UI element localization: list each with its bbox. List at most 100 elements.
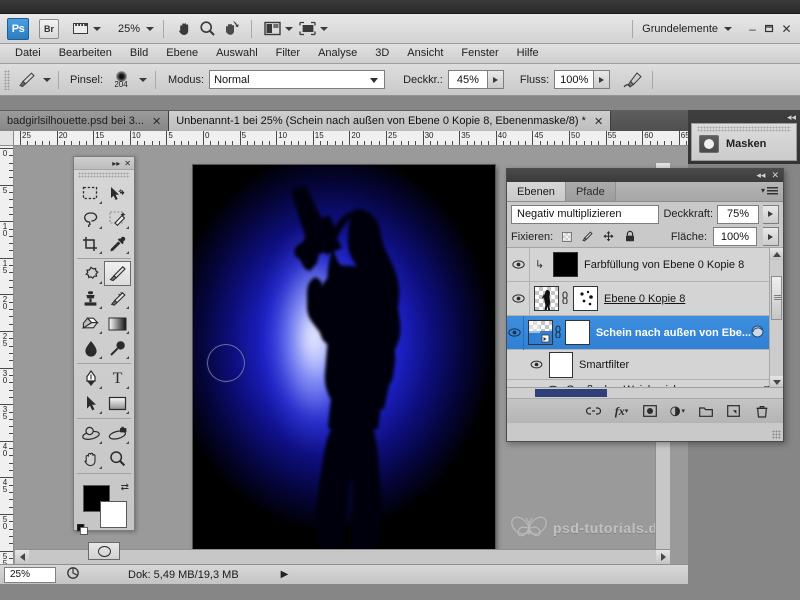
preview-icon[interactable] <box>66 566 80 583</box>
scroll-right-button[interactable] <box>656 550 670 564</box>
eyedropper-tool[interactable] <box>104 231 131 256</box>
collapse-icon[interactable]: ▸▸ <box>112 159 120 168</box>
close-icon[interactable]: ✕ <box>771 170 779 181</box>
link-layers-icon[interactable] <box>586 404 601 419</box>
type-tool[interactable]: T <box>104 366 131 391</box>
layers-list-horizontal-scrollbar[interactable] <box>507 388 783 399</box>
chevron-down-icon[interactable] <box>93 26 101 31</box>
lasso-tool[interactable] <box>77 206 104 231</box>
smartfilter-label[interactable]: Smartfilter <box>579 359 629 371</box>
scrollbar-thumb[interactable] <box>535 389 607 397</box>
move-tool[interactable] <box>104 181 131 206</box>
zoom-chevron-down-icon[interactable] <box>146 26 155 31</box>
minimize-button[interactable]: – <box>744 21 761 36</box>
panel-resize-grip[interactable] <box>772 430 781 439</box>
path-selection-tool[interactable] <box>77 391 104 416</box>
options-bar-gripper[interactable] <box>4 69 10 90</box>
adjustment-layer-icon[interactable]: ▾ <box>670 404 685 419</box>
mask-icon[interactable] <box>699 135 719 153</box>
zoom-icon[interactable] <box>196 18 219 40</box>
hand-icon[interactable] <box>173 18 196 40</box>
scroll-left-button[interactable] <box>15 550 29 564</box>
layer-visibility-toggle[interactable] <box>507 248 530 282</box>
quickmask-icon[interactable] <box>88 542 120 560</box>
menu-item-analyse[interactable]: Analyse <box>309 44 366 63</box>
crop-tool[interactable] <box>77 231 104 256</box>
workspace-selector[interactable]: Grundelemente <box>642 23 718 35</box>
lock-position-icon[interactable] <box>601 229 616 244</box>
menu-item-3d[interactable]: 3D <box>366 44 398 63</box>
masken-panel[interactable]: Masken <box>691 123 797 161</box>
layer-opacity-slider-button[interactable] <box>763 204 779 224</box>
brush-tool[interactable] <box>104 261 131 286</box>
camera-3d-tool[interactable] <box>104 421 131 446</box>
zoom-input[interactable]: 25% <box>4 566 56 583</box>
swap-colors-icon[interactable]: ⇄ <box>121 482 129 493</box>
scrollbar-thumb[interactable] <box>771 276 782 320</box>
layers-list[interactable]: ↳ Farbfüllung von Ebene 0 Kopie 8 Ebene … <box>507 248 783 388</box>
smartfilter-visibility-toggle[interactable] <box>530 360 543 369</box>
tool-preset-chevron-icon[interactable] <box>43 77 51 82</box>
filter-row[interactable]: Gaußscher Weichzeichner <box>507 380 783 387</box>
layer-mask-thumbnail[interactable] <box>573 286 598 311</box>
rectangular-marquee-tool[interactable] <box>77 181 104 206</box>
document-canvas[interactable] <box>193 165 495 549</box>
maximize-button[interactable] <box>761 21 778 36</box>
blend-mode-select[interactable]: Normal <box>209 70 386 89</box>
quick-selection-tool[interactable] <box>104 206 131 231</box>
panel-menu-icon[interactable]: ▾ <box>761 186 778 195</box>
clone-stamp-tool[interactable] <box>77 286 104 311</box>
layer-thumbnail[interactable] <box>534 286 559 311</box>
screenmode-chevron-down-icon[interactable] <box>320 26 329 31</box>
rotate-3d-tool[interactable] <box>77 421 104 446</box>
menu-item-auswahl[interactable]: Auswahl <box>207 44 267 63</box>
horizontal-ruler[interactable]: 25201510505101520253035404550556065 <box>14 131 688 146</box>
lock-all-icon[interactable] <box>622 229 637 244</box>
new-group-icon[interactable] <box>698 404 713 419</box>
gradient-tool[interactable] <box>104 311 131 336</box>
shape-tool[interactable] <box>104 391 131 416</box>
brush-preset-preview[interactable]: 204 <box>108 67 134 93</box>
bridge-icon[interactable]: Br <box>39 18 59 39</box>
spot-healing-brush-tool[interactable] <box>77 261 104 286</box>
layer-opacity-input[interactable]: 75% <box>717 204 759 224</box>
layer-name[interactable]: Farbfüllung von Ebene 0 Kopie 8 <box>584 259 744 271</box>
layer-thumbnail[interactable] <box>527 320 553 345</box>
scroll-up-button[interactable] <box>770 248 783 260</box>
link-icon[interactable] <box>559 290 571 307</box>
smart-filter-row[interactable]: Smartfilter <box>507 350 783 380</box>
dock-collapse-icon[interactable]: ◂◂ <box>787 112 796 123</box>
blur-tool[interactable] <box>77 336 104 361</box>
document-tab-unbenannt-1[interactable]: Unbenannt-1 bei 25% (Schein nach außen v… <box>169 111 612 131</box>
vertical-ruler[interactable]: 0 5 1 0 1 5 2 0 2 5 3 0 3 5 4 0 4 5 5 0 5 5 <box>0 146 14 564</box>
default-colors-icon[interactable] <box>76 523 88 535</box>
layer-mask-thumbnail[interactable] <box>564 320 590 345</box>
close-button[interactable]: ✕ <box>778 21 795 36</box>
flow-input[interactable]: 100% <box>554 70 595 89</box>
close-icon[interactable]: ✕ <box>124 159 131 168</box>
history-brush-tool[interactable] <box>104 286 131 311</box>
menu-item-hilfe[interactable]: Hilfe <box>508 44 548 63</box>
menu-item-filter[interactable]: Filter <box>267 44 309 63</box>
layer-visibility-toggle[interactable] <box>507 281 530 316</box>
layer-visibility-toggle[interactable] <box>507 315 524 350</box>
pen-tool[interactable] <box>77 366 104 391</box>
layer-fill-slider-button[interactable] <box>763 227 779 246</box>
view-extras-icon[interactable] <box>69 18 104 40</box>
layers-panel-titlebar[interactable]: ◂◂ ✕ <box>507 169 783 182</box>
arrange-chevron-down-icon[interactable] <box>285 26 294 31</box>
menu-item-bearbeiten[interactable]: Bearbeiten <box>50 44 121 63</box>
close-icon[interactable]: ✕ <box>594 115 603 128</box>
tools-palette-header[interactable]: ▸▸ ✕ <box>74 157 134 170</box>
layer-row[interactable]: ↳ Farbfüllung von Ebene 0 Kopie 8 <box>507 248 783 282</box>
layer-fill-input[interactable]: 100% <box>713 227 757 246</box>
zoom-level-label[interactable]: 25% <box>118 23 140 35</box>
dodge-tool[interactable] <box>104 336 131 361</box>
menu-item-fenster[interactable]: Fenster <box>452 44 507 63</box>
arrange-documents-icon[interactable] <box>261 18 296 40</box>
layers-list-scrollbar[interactable] <box>769 248 783 387</box>
tools-gripper[interactable] <box>78 172 130 178</box>
layer-name[interactable]: Ebene 0 Kopie 8 <box>604 293 685 305</box>
menu-item-datei[interactable]: Datei <box>6 44 50 63</box>
menu-item-ansicht[interactable]: Ansicht <box>398 44 452 63</box>
